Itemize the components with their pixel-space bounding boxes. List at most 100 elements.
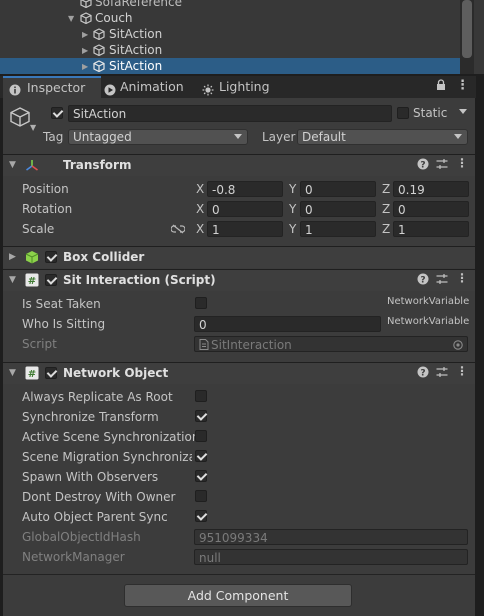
static-dropdown-caret-icon[interactable] [459,109,467,114]
sync-transform-checkbox[interactable] [195,410,207,422]
hierarchy-item-label: SofaReference [95,0,182,9]
more-options-icon[interactable]: ⋮ [456,78,469,93]
object-picker-icon[interactable] [453,340,463,350]
presets-icon[interactable] [436,273,448,288]
active-scene-label: Active Scene Synchronization [22,430,200,444]
axis-x-label[interactable]: X [196,202,204,216]
chevron-down-icon [454,134,462,139]
component-menu-icon[interactable]: ⋮ [456,156,468,170]
foldout-expanded-icon[interactable]: ▼ [9,368,16,378]
active-scene-checkbox[interactable] [195,430,207,442]
network-manager-label: NetworkManager [22,550,125,564]
foldout-collapsed-icon[interactable]: ▶ [9,252,16,262]
scale-y-field[interactable]: 1 [300,221,376,237]
tag-dropdown[interactable]: Untagged [68,129,248,145]
scene-migration-checkbox[interactable] [195,450,207,462]
hierarchy-item-label: SitAction [109,27,163,41]
dont-destroy-label: Dont Destroy With Owner [22,490,176,504]
gameobject-icon [93,28,105,40]
info-icon [9,82,21,96]
add-component-button[interactable]: Add Component [124,584,352,607]
icon-dropdown-caret-icon[interactable]: ▼ [30,123,36,132]
help-icon[interactable]: ? [417,273,429,288]
hierarchy-item-sitaction-selected[interactable]: ▶ SitAction [0,58,460,74]
who-is-sitting-value: 0 [199,318,207,332]
box-collider-enabled-checkbox[interactable] [45,251,57,263]
active-checkbox[interactable] [51,107,63,119]
spawn-observers-checkbox[interactable] [195,470,207,482]
script-object-field[interactable]: SitInteraction [194,336,468,352]
hierarchy-scrollbar-thumb[interactable] [462,0,472,58]
tab-lighting[interactable]: Lighting [202,76,282,98]
box-collider-icon [25,251,39,264]
axis-x-label[interactable]: X [196,182,204,196]
hierarchy-item-sitaction[interactable]: ▶ SitAction [0,26,460,42]
who-is-sitting-label: Who Is Sitting [22,317,106,331]
scale-x-field[interactable]: 1 [207,221,283,237]
axis-z-label[interactable]: Z [382,182,390,196]
axis-z-label[interactable]: Z [382,222,390,236]
network-object-enabled-checkbox[interactable] [45,367,57,379]
sit-interaction-enabled-checkbox[interactable] [45,274,57,286]
hierarchy-item-sofareference[interactable]: SofaReference [0,0,460,10]
axis-y-label[interactable]: Y [289,182,296,196]
auto-parent-checkbox[interactable] [195,510,207,522]
rotation-y-field[interactable]: 0 [300,201,376,217]
axis-y-label[interactable]: Y [289,222,296,236]
tab-inspector[interactable]: Inspector [3,76,101,98]
gameobject-icon [93,44,105,56]
box-collider-title: Box Collider [63,250,145,264]
axis-z-label[interactable]: Z [382,202,390,216]
help-icon[interactable]: ? [417,158,429,173]
lighting-icon [202,81,214,96]
collapsed-arrow-icon[interactable]: ▶ [82,59,88,74]
sit-interaction-header[interactable]: ▼ # Sit Interaction (Script) ? ⋮ [3,269,475,291]
svg-text:#: # [28,276,36,287]
collapsed-arrow-icon[interactable]: ▶ [82,43,88,59]
constrain-proportions-icon[interactable] [171,224,185,234]
position-z-value: 0.19 [398,183,425,197]
object-name-field[interactable]: SitAction [68,105,392,122]
rotation-z-field[interactable]: 0 [393,201,469,217]
is-seat-taken-label: Is Seat Taken [22,297,101,311]
hash-label: GlobalObjectIdHash [22,530,141,544]
hierarchy-item-couch[interactable]: ▼ Couch [0,10,460,26]
scale-z-field[interactable]: 1 [393,221,469,237]
static-checkbox[interactable] [397,107,409,119]
tab-animation[interactable]: Animation [104,76,196,98]
who-is-sitting-field[interactable]: 0 [194,316,381,332]
network-object-header[interactable]: ▼ # Network Object ? ⋮ [3,362,475,384]
axis-x-label[interactable]: X [196,222,204,236]
lock-icon[interactable] [436,79,446,91]
expanded-arrow-icon[interactable]: ▼ [68,11,74,27]
position-y-field[interactable]: 0 [300,181,376,197]
help-icon[interactable]: ? [417,366,429,381]
always-replicate-checkbox[interactable] [195,390,207,402]
component-menu-icon[interactable]: ⋮ [456,364,468,378]
presets-icon[interactable] [436,366,448,381]
presets-icon[interactable] [436,158,448,173]
svg-text:?: ? [420,160,425,170]
sync-transform-label: Synchronize Transform [22,410,159,424]
axis-y-label[interactable]: Y [289,202,296,216]
dont-destroy-checkbox[interactable] [195,490,207,502]
is-seat-taken-checkbox[interactable] [195,297,207,309]
rotation-x-field[interactable]: 0 [207,201,283,217]
box-collider-header[interactable]: ▶ Box Collider [3,246,475,268]
foldout-expanded-icon[interactable]: ▼ [9,160,16,170]
transform-header[interactable]: ▼ Transform ? ⋮ [3,154,475,176]
gameobject-large-icon[interactable] [9,106,31,128]
hierarchy-item-sitaction[interactable]: ▶ SitAction [0,42,460,58]
object-name-value: SitAction [73,107,127,121]
network-object-title: Network Object [63,366,169,380]
foldout-expanded-icon[interactable]: ▼ [9,275,16,285]
position-x-field[interactable]: -0.8 [207,181,283,197]
tab-label: Animation [120,79,184,94]
layer-dropdown[interactable]: Default [297,129,468,145]
collapsed-arrow-icon[interactable]: ▶ [82,27,88,43]
always-replicate-label: Always Replicate As Root [22,390,173,404]
component-menu-icon[interactable]: ⋮ [456,271,468,285]
hash-field: 951099334 [194,529,468,545]
auto-parent-label: Auto Object Parent Sync [22,510,168,524]
position-z-field[interactable]: 0.19 [393,181,469,197]
